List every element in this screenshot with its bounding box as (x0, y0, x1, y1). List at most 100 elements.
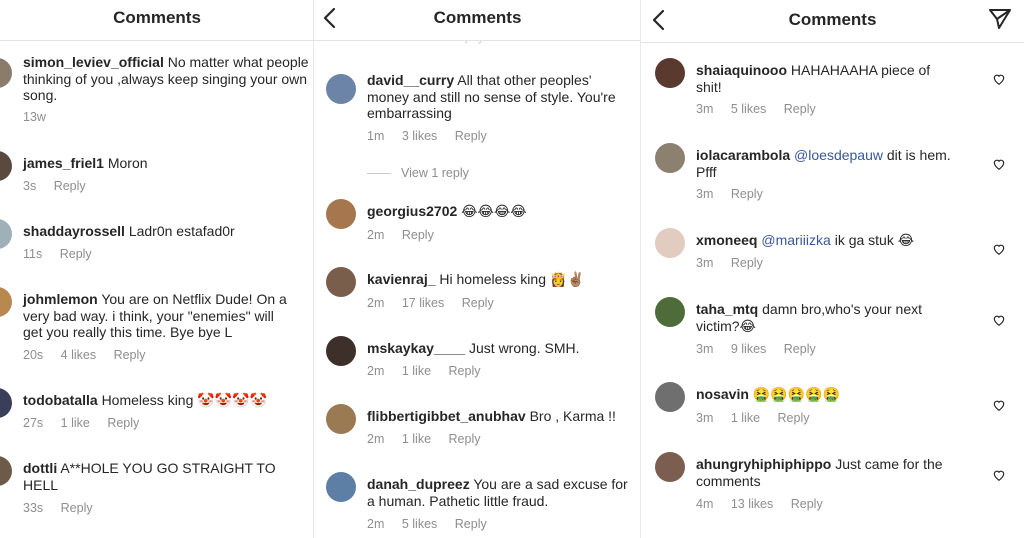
avatar[interactable] (326, 199, 356, 229)
comment-username[interactable]: simon_leviev_official (23, 54, 164, 70)
comment-time: 3s (23, 179, 37, 193)
comment-time: 3m (696, 102, 714, 116)
reply-button[interactable]: Reply (61, 501, 93, 515)
comment-text: 🤮🤮🤮🤮🤮 (752, 386, 840, 402)
comment-username[interactable]: ahungryhiphiphippo (696, 456, 831, 472)
header: Comments (314, 0, 641, 41)
heart-icon[interactable] (992, 468, 1006, 482)
comment-time: 13w (23, 110, 46, 124)
reply-button[interactable]: Reply (60, 247, 92, 261)
view-replies-button[interactable]: View 1 reply (367, 166, 469, 180)
comment-username[interactable]: flibbertigibbet_anubhav (367, 408, 526, 424)
comment-username[interactable]: johmlemon (23, 291, 98, 307)
comment-time: 2m (367, 228, 385, 242)
reply-button[interactable]: Reply (731, 256, 763, 270)
comment-time: 2m (367, 517, 385, 531)
comment-time: 3m (696, 187, 714, 201)
comment-username[interactable]: iolacarambola (696, 147, 790, 163)
comment-time: 11s (23, 247, 43, 261)
avatar[interactable] (326, 74, 356, 104)
comment-time: 20s (23, 348, 44, 362)
comment-text: Bro , Karma !! (529, 408, 616, 424)
avatar[interactable] (0, 388, 12, 418)
avatar[interactable] (655, 143, 685, 173)
avatar[interactable] (0, 456, 12, 486)
heart-icon[interactable] (992, 72, 1006, 86)
comment-time: 2m (367, 296, 385, 310)
comment-likes[interactable]: 3 likes (402, 129, 437, 143)
comment-likes[interactable]: 5 likes (402, 517, 437, 531)
comment-username[interactable]: dottli (23, 460, 57, 476)
comment-likes[interactable]: 13 likes (731, 497, 773, 511)
page-title: Comments (433, 8, 522, 27)
comment-time: 27s (23, 416, 44, 430)
comment-text: Hi homeless king 👸✌🏽 (439, 271, 585, 287)
avatar[interactable] (655, 382, 685, 412)
comment-time: 33s (23, 501, 44, 515)
comment-username[interactable]: shaiaquinooo (696, 62, 787, 78)
comment-likes[interactable]: 17 likes (402, 296, 444, 310)
reply-button[interactable]: Reply (54, 179, 86, 193)
avatar[interactable] (0, 287, 12, 317)
reply-button[interactable]: Reply (402, 228, 434, 242)
comment-username[interactable]: georgius2702 (367, 203, 457, 219)
reply-button[interactable]: Reply (455, 129, 487, 143)
comment-text: 😂😂😂😂 (461, 203, 527, 219)
reply-button[interactable]: Reply (455, 517, 487, 531)
avatar[interactable] (0, 58, 12, 88)
heart-icon[interactable] (992, 157, 1006, 171)
avatar[interactable] (655, 228, 685, 258)
comment-username[interactable]: nosavin (696, 386, 749, 402)
reply-button[interactable]: Reply (784, 342, 816, 356)
reply-button[interactable]: Reply (778, 411, 810, 425)
comment-username[interactable]: todobatalla (23, 392, 98, 408)
comment-mention[interactable]: @loesdepauw (794, 147, 883, 163)
comments-panel-1: Comments simon_leviev_official No matter… (0, 0, 314, 538)
reply-button[interactable]: Reply (107, 416, 139, 430)
comment-username[interactable]: danah_dupreez (367, 476, 470, 492)
reply-button[interactable]: Reply (731, 187, 763, 201)
avatar[interactable] (326, 336, 356, 366)
avatar[interactable] (655, 58, 685, 88)
avatar[interactable] (0, 151, 12, 181)
comment-username[interactable]: james_friel1 (23, 155, 104, 171)
reply-button[interactable]: Reply (114, 348, 146, 362)
avatar[interactable] (0, 219, 12, 249)
reply-button[interactable]: Reply (449, 432, 481, 446)
comment-likes[interactable]: 1 like (402, 432, 431, 446)
avatar[interactable] (326, 472, 356, 502)
comment-username[interactable]: xmoneeq (696, 232, 757, 248)
comment-text: ik ga stuk 😂 (834, 232, 915, 248)
avatar[interactable] (326, 404, 356, 434)
avatar[interactable] (655, 452, 685, 482)
comment-text: Ladr0n estafad0r (128, 223, 235, 239)
comment-username[interactable]: shaddayrossell (23, 223, 125, 239)
comment-username[interactable]: david__curry (367, 72, 454, 88)
comment-likes[interactable]: 9 likes (731, 342, 766, 356)
page-title: Comments (113, 8, 201, 27)
comment-time: 3m (696, 411, 714, 425)
comment-likes[interactable]: 4 likes (61, 348, 96, 362)
comment-likes[interactable]: 1 like (731, 411, 760, 425)
heart-icon[interactable] (992, 242, 1006, 256)
avatar[interactable] (326, 267, 356, 297)
heart-icon[interactable] (992, 398, 1006, 412)
comment-username[interactable]: taha_mtq (696, 301, 758, 317)
comment-time: 2m (367, 364, 385, 378)
comment-likes[interactable]: 1 like (402, 364, 431, 378)
heart-icon[interactable] (992, 313, 1006, 327)
reply-button[interactable]: Reply (784, 102, 816, 116)
avatar[interactable] (655, 297, 685, 327)
comment-username[interactable]: mskaykay____ (367, 340, 465, 356)
comment-likes[interactable]: 5 likes (731, 102, 766, 116)
comment-mention[interactable]: @mariiizka (761, 232, 830, 248)
send-icon[interactable] (988, 7, 1012, 31)
reply-button[interactable]: Reply (449, 364, 481, 378)
comment-username[interactable]: kavienraj_ (367, 271, 436, 287)
comment-text: Just wrong. SMH. (469, 340, 580, 356)
comment-text: A**HOLE YOU GO STRAIGHT TO HELL (23, 460, 276, 493)
reply-line (367, 173, 391, 175)
reply-button[interactable]: Reply (791, 497, 823, 511)
reply-button[interactable]: Reply (462, 296, 494, 310)
comment-likes[interactable]: 1 like (61, 416, 90, 430)
